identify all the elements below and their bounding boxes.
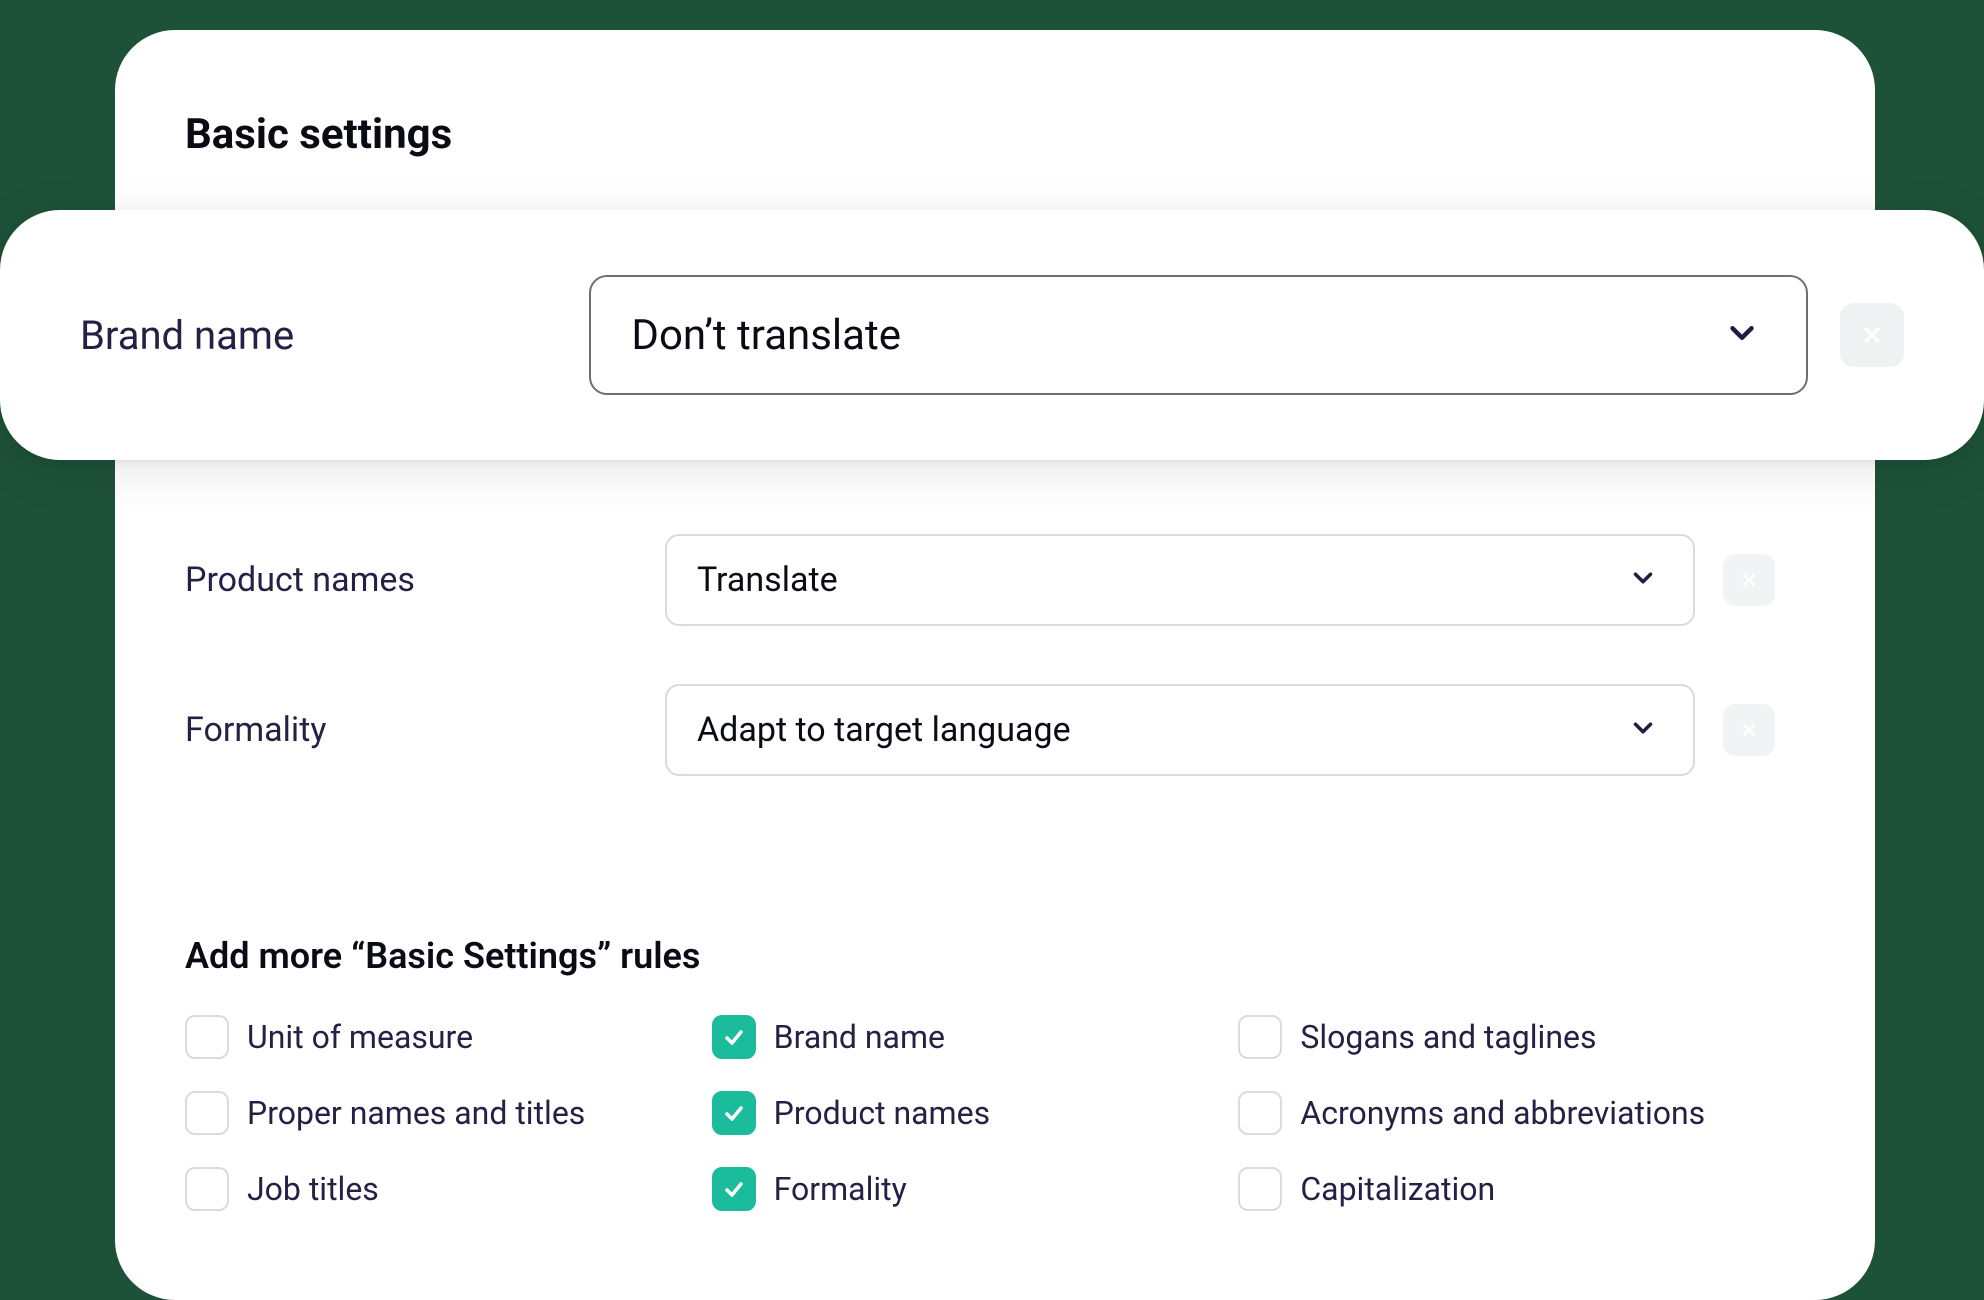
formality-clear-button[interactable] [1723,704,1775,756]
checkbox-label: Product names [774,1094,990,1132]
formality-select[interactable]: Adapt to target language [665,684,1695,776]
checkbox-box [1238,1015,1282,1059]
checkbox-label: Unit of measure [247,1018,473,1056]
checkbox-proper-names-and-titles[interactable]: Proper names and titles [185,1091,702,1135]
product-names-clear-button[interactable] [1723,554,1775,606]
checkbox-box [712,1015,756,1059]
checkbox-acronyms-and-abbreviations[interactable]: Acronyms and abbreviations [1238,1091,1755,1135]
checkbox-slogans-and-taglines[interactable]: Slogans and taglines [1238,1015,1755,1059]
checkbox-formality[interactable]: Formality [712,1167,1229,1211]
checkbox-label: Brand name [774,1018,945,1056]
product-names-label: Product names [185,560,665,600]
chevron-down-icon [1723,314,1761,356]
checkbox-label: Acronyms and abbreviations [1300,1094,1705,1132]
add-more-rules-title: Add more “Basic Settings” rules [185,935,1805,977]
section-title: Basic settings [185,110,1805,159]
brand-name-label: Brand name [80,312,589,359]
product-names-select[interactable]: Translate [665,534,1695,626]
chevron-down-icon [1628,713,1658,747]
checkbox-grid: Unit of measure Brand name Slogans and t… [185,1015,1755,1211]
product-names-row: Product names Translate [185,505,1805,655]
checkbox-capitalization[interactable]: Capitalization [1238,1167,1755,1211]
brand-name-select-value: Don’t translate [631,311,901,360]
checkbox-label: Job titles [247,1170,379,1208]
checkbox-box [185,1091,229,1135]
chevron-down-icon [1628,563,1658,597]
checkbox-box [712,1091,756,1135]
checkbox-label: Capitalization [1300,1170,1495,1208]
brand-name-clear-button[interactable] [1840,303,1904,367]
checkbox-brand-name[interactable]: Brand name [712,1015,1229,1059]
checkbox-box [712,1167,756,1211]
product-names-select-value: Translate [697,560,838,600]
checkbox-box [185,1015,229,1059]
settings-rows: Product names Translate Formality Adapt … [185,505,1805,805]
checkbox-product-names[interactable]: Product names [712,1091,1229,1135]
checkbox-job-titles[interactable]: Job titles [185,1167,702,1211]
checkbox-box [185,1167,229,1211]
checkbox-label: Proper names and titles [247,1094,585,1132]
checkbox-box [1238,1091,1282,1135]
brand-name-select[interactable]: Don’t translate [589,275,1808,395]
formality-row: Formality Adapt to target language [185,655,1805,805]
formality-select-value: Adapt to target language [697,710,1071,750]
formality-label: Formality [185,710,665,750]
add-more-rules-section: Add more “Basic Settings” rules Unit of … [185,855,1805,1211]
checkbox-label: Formality [774,1170,907,1208]
checkbox-box [1238,1167,1282,1211]
checkbox-label: Slogans and taglines [1300,1018,1596,1056]
checkbox-unit-of-measure[interactable]: Unit of measure [185,1015,702,1059]
brand-name-row: Brand name Don’t translate [0,210,1984,460]
